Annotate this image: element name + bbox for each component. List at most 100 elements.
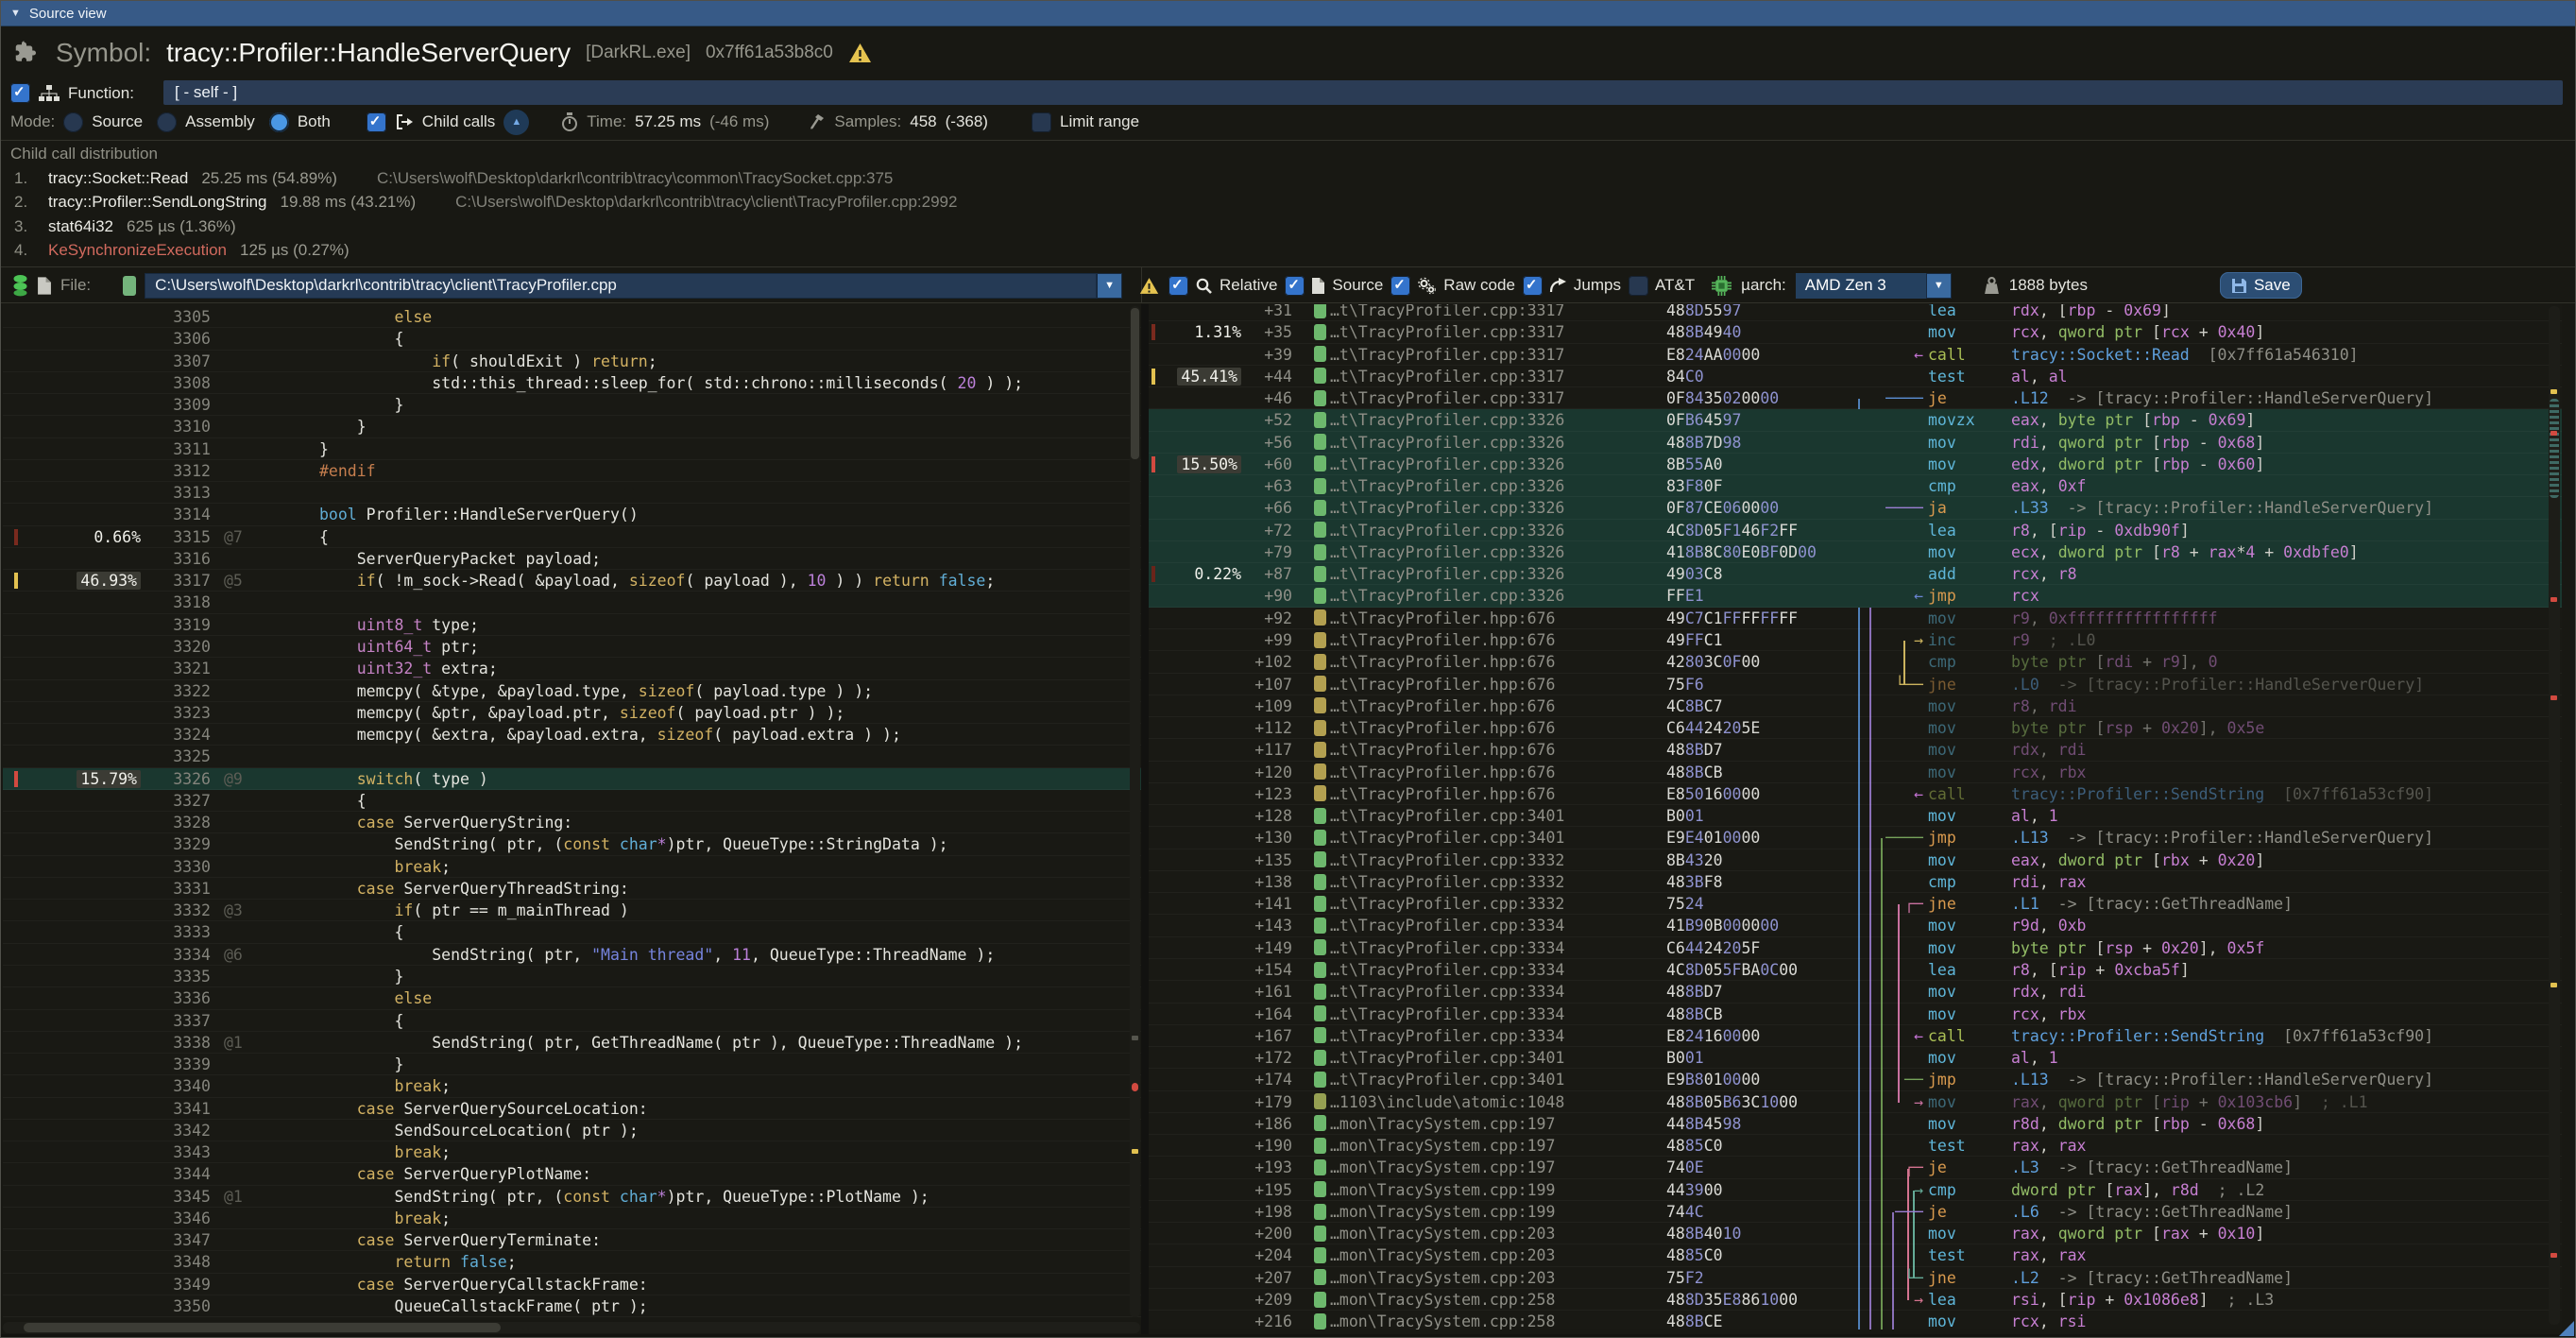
asm-row-+154[interactable]: +154…t\TracyProfiler.cpp:33344C8D055FBA0… bbox=[1149, 959, 2562, 981]
asm-row-+120[interactable]: +120…t\TracyProfiler.hpp:676488BCBmovrcx… bbox=[1149, 762, 2562, 783]
source-line-3317[interactable]: 46.93%3317@5 if( !m_sock->Read( &payload… bbox=[3, 570, 1141, 592]
source-line-3311[interactable]: 3311} bbox=[3, 438, 1141, 460]
parent-symbol-button[interactable]: ▲ bbox=[503, 110, 529, 135]
asm-row-+200[interactable]: +200…mon\TracySystem.cpp:203488B4010movr… bbox=[1149, 1223, 2562, 1244]
source-line-3346[interactable]: 3346 break; bbox=[3, 1208, 1141, 1229]
file-combo-arrow-icon[interactable]: ▼ bbox=[1097, 273, 1122, 299]
asm-row-+195[interactable]: +195…mon\TracySystem.cpp:199443900→cmpdw… bbox=[1149, 1179, 2562, 1201]
source-line-3313[interactable]: 3313 bbox=[3, 482, 1141, 504]
file-combo[interactable]: C:\Users\wolf\Desktop\darkrl\contrib\tra… bbox=[145, 273, 1097, 299]
scrollbar-thumb[interactable] bbox=[2550, 399, 2559, 498]
source-line-3337[interactable]: 3337 { bbox=[3, 1010, 1141, 1032]
asm-row-+167[interactable]: +167…t\TracyProfiler.cpp:3334E824160000←… bbox=[1149, 1025, 2562, 1047]
asm-source-location[interactable]: …mon\TracySystem.cpp:203 bbox=[1330, 1223, 1666, 1244]
source-line-3305[interactable]: 3305 else bbox=[3, 306, 1141, 328]
asm-source-location[interactable]: …t\TracyProfiler.cpp:3326 bbox=[1330, 563, 1666, 584]
asm-source-location[interactable]: …t\TracyProfiler.cpp:3332 bbox=[1330, 893, 1666, 914]
asm-source-location[interactable]: …t\TracyProfiler.cpp:3334 bbox=[1330, 937, 1666, 958]
source-line-3319[interactable]: 3319 uint8_t type; bbox=[3, 614, 1141, 636]
source-line-3332[interactable]: 3332@3 if( ptr == m_mainThread ) bbox=[3, 900, 1141, 921]
mode-radio-label[interactable]: Assembly bbox=[185, 112, 255, 131]
asm-row-+161[interactable]: +161…t\TracyProfiler.cpp:3334488BD7movrd… bbox=[1149, 981, 2562, 1003]
toolbar-check-relative[interactable]: Relative bbox=[1169, 276, 1277, 296]
asm-source-location[interactable]: …t\TracyProfiler.hpp:676 bbox=[1330, 674, 1666, 695]
source-line-3306[interactable]: 3306 { bbox=[3, 328, 1141, 350]
source-line-3315[interactable]: 0.66%3315@7{ bbox=[3, 526, 1141, 548]
function-combo[interactable]: [ - self - ] bbox=[163, 80, 2563, 105]
asm-row-+112[interactable]: +112…t\TracyProfiler.hpp:676C64424205Emo… bbox=[1149, 717, 2562, 739]
asm-source-location[interactable]: …t\TracyProfiler.cpp:3334 bbox=[1330, 1004, 1666, 1024]
scrollbar-thumb[interactable] bbox=[24, 1323, 501, 1332]
asm-source-location[interactable]: …t\TracyProfiler.cpp:3334 bbox=[1330, 981, 1666, 1002]
asm-row-+130[interactable]: +130…t\TracyProfiler.cpp:3401E9E4010000─… bbox=[1149, 827, 2562, 849]
source-line-3314[interactable]: 3314bool Profiler::HandleServerQuery() bbox=[3, 504, 1141, 525]
source-line-3344[interactable]: 3344 case ServerQueryPlotName: bbox=[3, 1163, 1141, 1185]
asm-row-+128[interactable]: +128…t\TracyProfiler.cpp:3401B001moval, … bbox=[1149, 805, 2562, 827]
asm-source-location[interactable]: …t\TracyProfiler.cpp:3401 bbox=[1330, 805, 1666, 826]
asm-row-+109[interactable]: +109…t\TracyProfiler.hpp:6764C8BC7movr8,… bbox=[1149, 695, 2562, 717]
asm-source-location[interactable]: …t\TracyProfiler.cpp:3401 bbox=[1330, 1069, 1666, 1089]
child-call-item[interactable]: 2.tracy::Profiler::SendLongString19.88 m… bbox=[14, 191, 2575, 215]
asm-row-+138[interactable]: +138…t\TracyProfiler.cpp:3332483BF8cmprd… bbox=[1149, 871, 2562, 893]
asm-row-+198[interactable]: +198…mon\TracySystem.cpp:199744C───je.L6… bbox=[1149, 1201, 2562, 1223]
source-line-3308[interactable]: 3308 std::this_thread::sleep_for( std::c… bbox=[3, 372, 1141, 394]
source-line-3331[interactable]: 3331 case ServerQueryThreadString: bbox=[3, 878, 1141, 900]
source-line-3321[interactable]: 3321 uint32_t extra; bbox=[3, 658, 1141, 679]
source-line-3327[interactable]: 3327 { bbox=[3, 790, 1141, 812]
asm-row-+99[interactable]: +99…t\TracyProfiler.hpp:67649FFC1→incr9 … bbox=[1149, 629, 2562, 651]
limit-range-checkbox[interactable] bbox=[1032, 112, 1051, 132]
asm-row-+172[interactable]: +172…t\TracyProfiler.cpp:3401B001moval, … bbox=[1149, 1047, 2562, 1069]
asm-row-+44[interactable]: 45.41%+44…t\TracyProfiler.cpp:331784C0te… bbox=[1149, 366, 2562, 387]
asm-source-location[interactable]: …t\TracyProfiler.cpp:3334 bbox=[1330, 1025, 1666, 1046]
asm-row-+39[interactable]: +39…t\TracyProfiler.cpp:3317E824AA0000←c… bbox=[1149, 344, 2562, 366]
source-line-3345[interactable]: 3345@1 SendString( ptr, (const char*)ptr… bbox=[3, 1186, 1141, 1208]
collapse-icon[interactable]: ▼ bbox=[10, 8, 21, 19]
child-calls-checkbox[interactable] bbox=[367, 112, 386, 132]
asm-source-location[interactable]: …t\TracyProfiler.cpp:3317 bbox=[1330, 321, 1666, 342]
asm-source-location[interactable]: …t\TracyProfiler.hpp:676 bbox=[1330, 739, 1666, 760]
source-line-3312[interactable]: 3312#endif bbox=[3, 460, 1141, 482]
asm-source-location[interactable]: …mon\TracySystem.cpp:258 bbox=[1330, 1311, 1666, 1329]
asm-row-+135[interactable]: +135…t\TracyProfiler.cpp:33328B4320movea… bbox=[1149, 849, 2562, 871]
asm-row-+46[interactable]: +46…t\TracyProfiler.cpp:33170F8435020000… bbox=[1149, 387, 2562, 409]
source-line-3338[interactable]: 3338@1 SendString( ptr, GetThreadName( p… bbox=[3, 1032, 1141, 1054]
asm-source-location[interactable]: …t\TracyProfiler.hpp:676 bbox=[1330, 608, 1666, 628]
asm-source-location[interactable]: …mon\TracySystem.cpp:203 bbox=[1330, 1267, 1666, 1288]
source-line-3325[interactable]: 3325 bbox=[3, 746, 1141, 767]
asm-source-location[interactable]: …t\TracyProfiler.cpp:3326 bbox=[1330, 475, 1666, 496]
toolbar-check-source[interactable]: Source bbox=[1285, 276, 1383, 296]
asm-row-+186[interactable]: +186…mon\TracySystem.cpp:197448B4598movr… bbox=[1149, 1113, 2562, 1135]
source-line-3348[interactable]: 3348 return false; bbox=[3, 1251, 1141, 1273]
asm-row-+72[interactable]: +72…t\TracyProfiler.cpp:33264C8D05F146F2… bbox=[1149, 520, 2562, 541]
child-call-item[interactable]: 4.KeSynchronizeExecution125 µs (0.27%) bbox=[14, 239, 2575, 264]
asm-row-+31[interactable]: +31…t\TracyProfiler.cpp:3317488D5597lear… bbox=[1149, 304, 2562, 321]
asm-source-location[interactable]: …t\TracyProfiler.cpp:3317 bbox=[1330, 387, 1666, 408]
asm-row-+193[interactable]: +193…mon\TracySystem.cpp:197740E┌─je.L3 … bbox=[1149, 1157, 2562, 1178]
source-line-3340[interactable]: 3340 break; bbox=[3, 1075, 1141, 1097]
asm-row-+204[interactable]: +204…mon\TracySystem.cpp:2034885C0testra… bbox=[1149, 1244, 2562, 1266]
asm-source-location[interactable]: …t\TracyProfiler.cpp:3326 bbox=[1330, 520, 1666, 540]
asm-source-location[interactable]: …t\TracyProfiler.cpp:3317 bbox=[1330, 366, 1666, 386]
source-line-3307[interactable]: 3307 if( shouldExit ) return; bbox=[3, 351, 1141, 372]
asm-row-+60[interactable]: 15.50%+60…t\TracyProfiler.cpp:33268B55A0… bbox=[1149, 454, 2562, 475]
asm-row-+52[interactable]: +52…t\TracyProfiler.cpp:33260FB64597movz… bbox=[1149, 409, 2562, 431]
asm-source-location[interactable]: …mon\TracySystem.cpp:203 bbox=[1330, 1244, 1666, 1265]
asm-source-location[interactable]: …mon\TracySystem.cpp:197 bbox=[1330, 1135, 1666, 1156]
source-line-3336[interactable]: 3336 else bbox=[3, 987, 1141, 1009]
source-line-3309[interactable]: 3309 } bbox=[3, 394, 1141, 416]
asm-row-+123[interactable]: +123…t\TracyProfiler.hpp:676E850160000←c… bbox=[1149, 783, 2562, 805]
march-combo-arrow-icon[interactable]: ▼ bbox=[1926, 273, 1952, 299]
child-call-item[interactable]: 1.tracy::Socket::Read25.25 ms (54.89%)C:… bbox=[14, 166, 2575, 191]
asm-row-+207[interactable]: +207…mon\TracySystem.cpp:20375F2└─jne.L2… bbox=[1149, 1267, 2562, 1289]
source-line-3324[interactable]: 3324 memcpy( &extra, &payload.extra, siz… bbox=[3, 724, 1141, 746]
asm-row-+87[interactable]: 0.22%+87…t\TracyProfiler.cpp:33264903C8a… bbox=[1149, 563, 2562, 585]
asm-source-location[interactable]: …t\TracyProfiler.cpp:3326 bbox=[1330, 454, 1666, 474]
source-horizontal-scrollbar[interactable] bbox=[3, 1322, 1140, 1333]
checkbox[interactable] bbox=[1390, 276, 1410, 296]
source-line-3349[interactable]: 3349 case ServerQueryCallstackFrame: bbox=[3, 1274, 1141, 1295]
mode-radio-label[interactable]: Source bbox=[92, 112, 143, 131]
source-line-3330[interactable]: 3330 break; bbox=[3, 856, 1141, 878]
asm-source-location[interactable]: …mon\TracySystem.cpp:197 bbox=[1330, 1157, 1666, 1177]
toolbar-check-jumps[interactable]: Jumps bbox=[1523, 276, 1621, 296]
asm-source-location[interactable]: …t\TracyProfiler.hpp:676 bbox=[1330, 783, 1666, 804]
